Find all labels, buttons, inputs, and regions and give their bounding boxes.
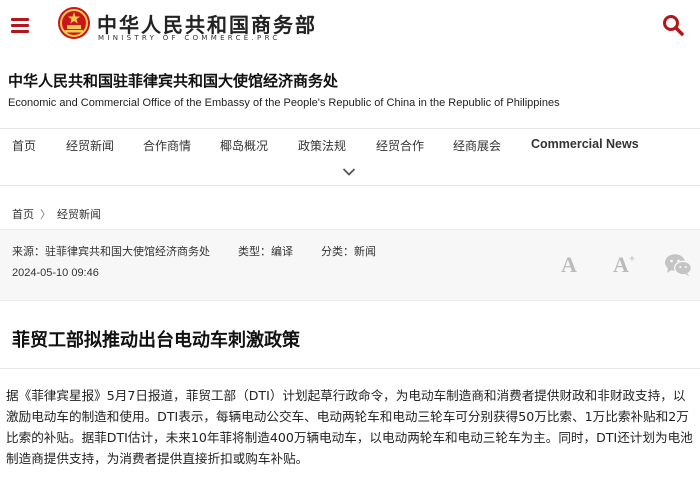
chevron-down-icon[interactable] xyxy=(342,167,356,177)
font-larger-button[interactable]: A+ xyxy=(613,252,635,278)
menu-icon[interactable] xyxy=(11,18,29,34)
office-title-en: Economic and Commercial Office of the Em… xyxy=(8,97,560,109)
main-nav: 首页 经贸新闻 合作商情 椰岛概况 政策法规 经贸合作 经商展会 Commerc… xyxy=(0,128,700,186)
top-header: 中华人民共和国商务部 MINISTRY OF COMMERCE.PRC xyxy=(0,0,700,55)
national-emblem-icon xyxy=(58,7,90,39)
nav-item-trade-news[interactable]: 经贸新闻 xyxy=(66,137,114,154)
nav-item-country-overview[interactable]: 椰岛概况 xyxy=(220,137,268,154)
ministry-name-en: MINISTRY OF COMMERCE.PRC xyxy=(98,34,281,42)
font-smaller-button[interactable]: A xyxy=(561,252,577,278)
article-body: 据《菲律宾星报》5月7日报道，菲贸工部（DTI）计划起草行政命令，为电动车制造商… xyxy=(6,388,693,466)
nav-item-cooperation[interactable]: 经贸合作 xyxy=(376,137,424,154)
nav-item-home[interactable]: 首页 xyxy=(12,137,36,154)
nav-item-business-info[interactable]: 合作商情 xyxy=(143,137,191,154)
nav-item-commercial-news[interactable]: Commercial News xyxy=(531,137,639,151)
article-title: 菲贸工部拟推动出台电动车刺激政策 xyxy=(12,330,300,351)
nav-item-exhibitions[interactable]: 经商展会 xyxy=(453,137,501,154)
office-title-cn: 中华人民共和国驻菲律宾共和国大使馆经济商务处 xyxy=(8,72,339,90)
wechat-icon[interactable] xyxy=(664,253,692,277)
meta-type: 类型：编译 xyxy=(238,245,293,258)
meta-category: 分类：新闻 xyxy=(321,245,376,258)
meta-date: 2024-05-10 09:46 xyxy=(12,267,99,279)
search-icon[interactable] xyxy=(662,14,684,36)
divider xyxy=(0,368,700,369)
nav-item-policies[interactable]: 政策法规 xyxy=(298,137,346,154)
meta-source: 来源：驻菲律宾共和国大使馆经济商务处 xyxy=(12,245,210,258)
breadcrumb-current[interactable]: 经贸新闻 xyxy=(57,208,101,221)
breadcrumb-home[interactable]: 首页 xyxy=(12,208,34,221)
article-meta: 来源：驻菲律宾共和国大使馆经济商务处 类型：编译 分类：新闻 2024-05-10 … xyxy=(0,229,700,301)
breadcrumb: 首页〉经贸新闻 xyxy=(12,206,101,222)
breadcrumb-separator: 〉 xyxy=(40,208,51,221)
